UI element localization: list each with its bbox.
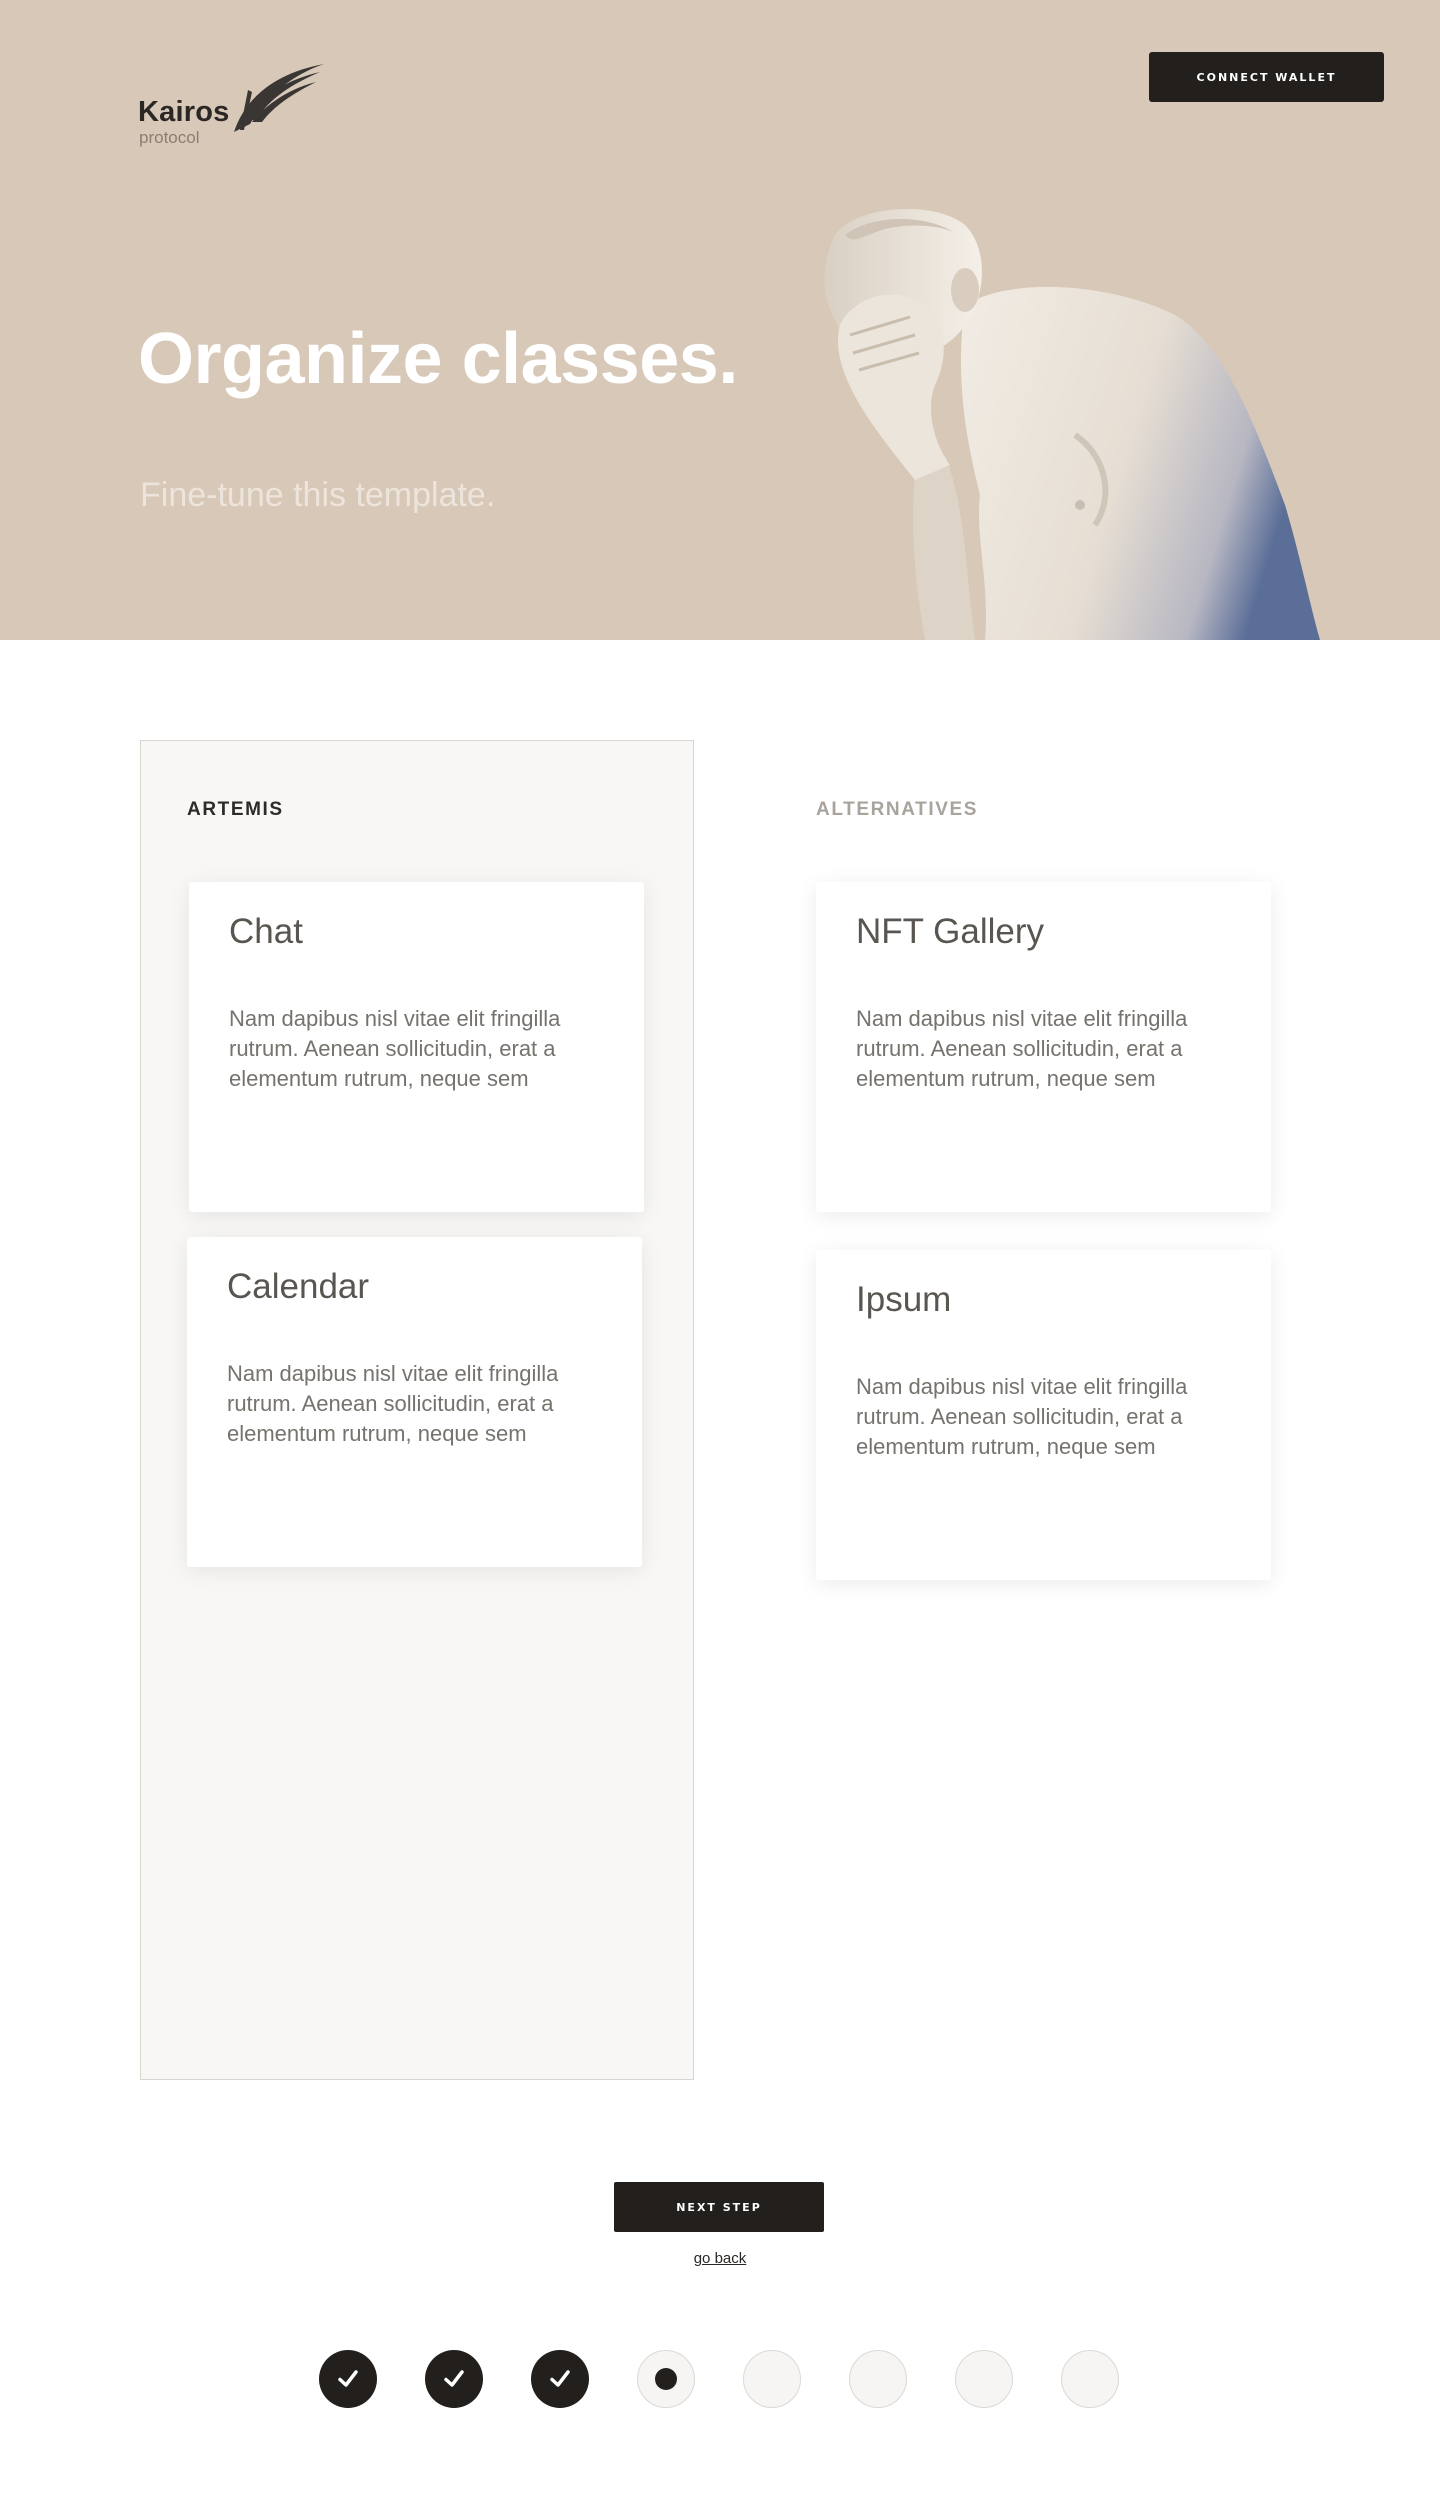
brand-logo[interactable]: Kairos protocol: [138, 62, 338, 152]
statue-image: [824, 208, 1320, 640]
chat-card[interactable]: Chat Nam dapibus nisl vitae elit fringil…: [189, 882, 644, 1212]
nft-gallery-card[interactable]: NFT Gallery Nam dapibus nisl vitae elit …: [816, 882, 1271, 1212]
hero-title: Organize classes.: [138, 319, 738, 399]
go-back-link[interactable]: go back: [694, 2250, 747, 2267]
card-description: Nam dapibus nisl vitae elit fringilla ru…: [227, 1361, 559, 1446]
next-step-button[interactable]: NEXT STEP: [614, 2182, 824, 2232]
alternatives-heading: ALTERNATIVES: [816, 799, 979, 820]
brand-subtitle: protocol: [139, 128, 200, 147]
card-description: Nam dapibus nisl vitae elit fringilla ru…: [856, 1006, 1188, 1091]
progress-steps: [319, 2350, 1119, 2408]
calendar-card[interactable]: Calendar Nam dapibus nisl vitae elit fri…: [187, 1237, 642, 1567]
checkmark-icon: [338, 2370, 358, 2387]
card-title: Ipsum: [856, 1280, 952, 1319]
step-upcoming-6[interactable]: [849, 2350, 907, 2408]
card-title: Chat: [229, 912, 303, 951]
step-completed-2[interactable]: [425, 2350, 483, 2408]
ipsum-card[interactable]: Ipsum Nam dapibus nisl vitae elit fringi…: [816, 1250, 1271, 1580]
wing-logo-icon: [234, 64, 324, 132]
artemis-heading: ARTEMIS: [187, 799, 284, 820]
step-upcoming-8[interactable]: [1061, 2350, 1119, 2408]
card-title: Calendar: [227, 1267, 370, 1306]
connect-wallet-button[interactable]: CONNECT WALLET: [1149, 52, 1384, 102]
hero-section: Kairos protocol CONNECT WALLET Organize …: [0, 0, 1440, 640]
step-completed-1[interactable]: [319, 2350, 377, 2408]
go-back-container: go back: [0, 2250, 1440, 2267]
step-upcoming-5[interactable]: [743, 2350, 801, 2408]
hero-subtitle: Fine-tune this template.: [140, 476, 496, 514]
current-dot-icon: [655, 2368, 677, 2390]
card-title: NFT Gallery: [856, 912, 1044, 951]
step-current-4[interactable]: [637, 2350, 695, 2408]
card-description: Nam dapibus nisl vitae elit fringilla ru…: [856, 1374, 1188, 1459]
checkmark-icon: [550, 2370, 570, 2387]
checkmark-icon: [444, 2370, 464, 2387]
step-completed-3[interactable]: [531, 2350, 589, 2408]
card-description: Nam dapibus nisl vitae elit fringilla ru…: [229, 1006, 561, 1091]
brand-name: Kairos: [138, 96, 230, 128]
step-upcoming-7[interactable]: [955, 2350, 1013, 2408]
